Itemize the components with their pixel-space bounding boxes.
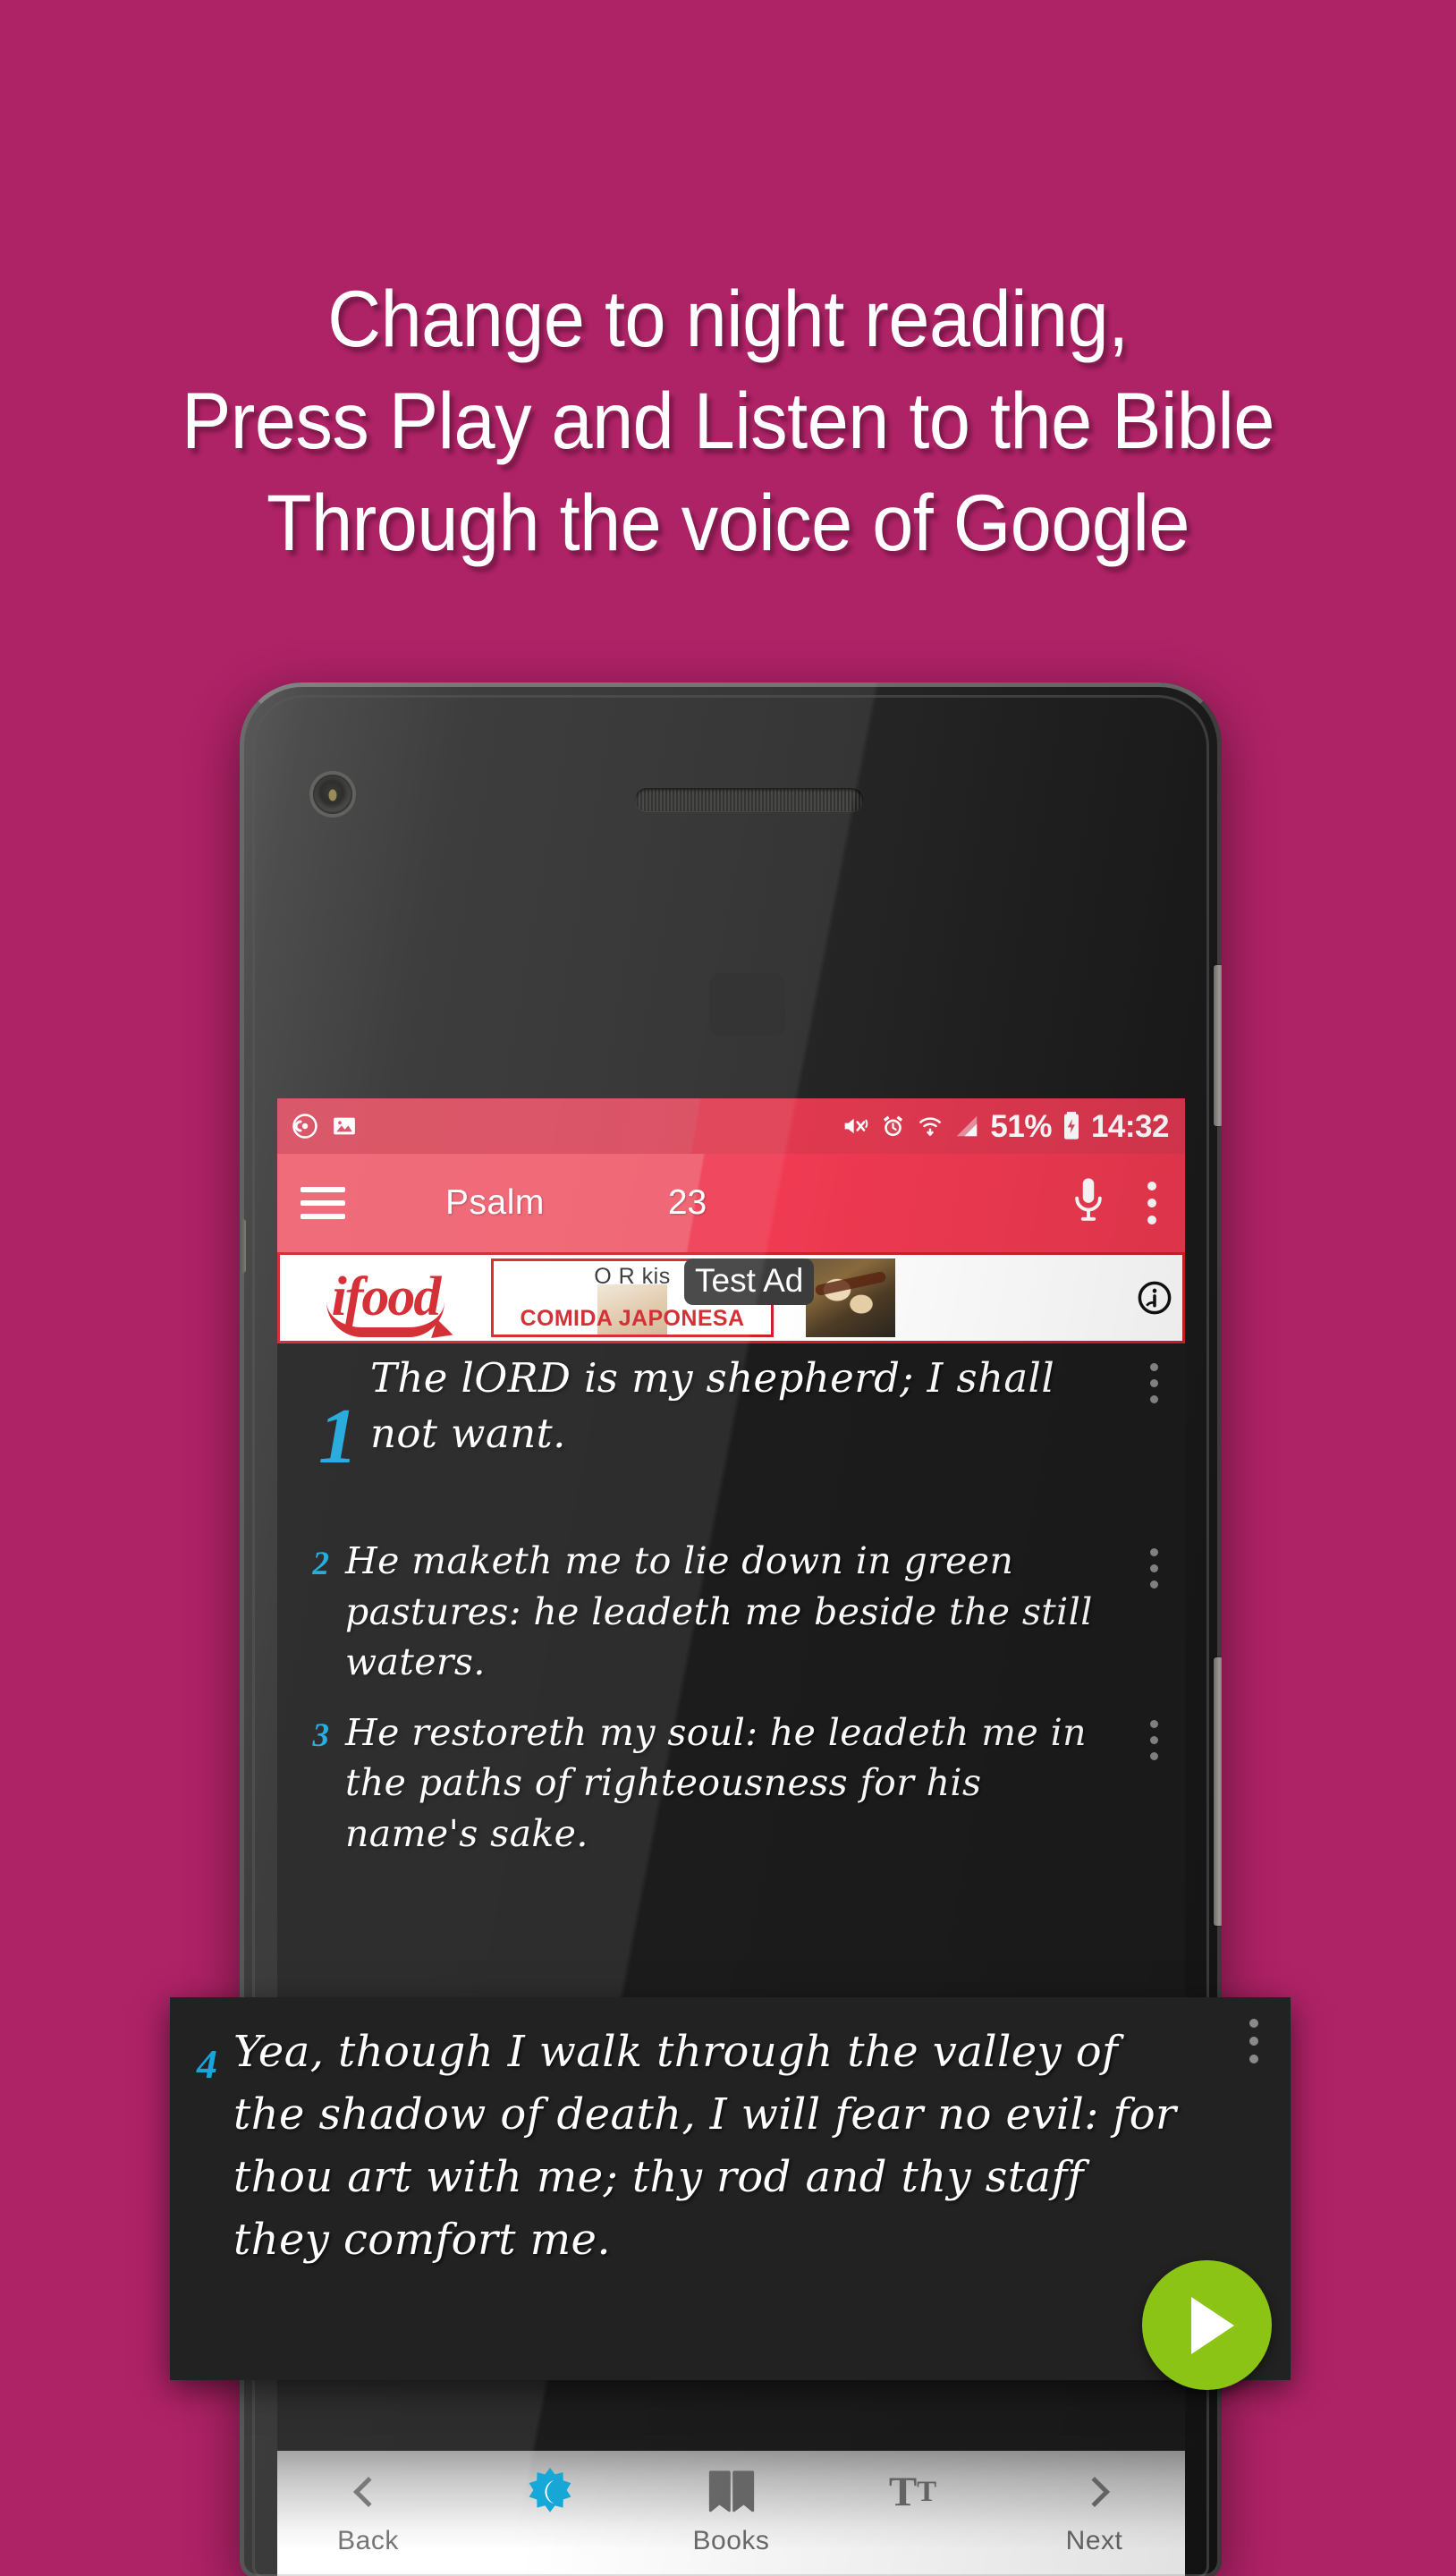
verse-list: 1 The lORD is my shepherd; I shall not w…	[277, 1343, 1185, 2576]
front-camera-icon	[313, 775, 352, 814]
verse-kebab-menu-icon[interactable]	[1150, 1363, 1158, 1403]
status-bar-left-icons	[292, 1113, 358, 1140]
chevron-left-icon	[352, 2467, 384, 2517]
microphone-icon[interactable]	[1069, 1175, 1108, 1232]
headline-line-1: Change to night reading,	[327, 274, 1129, 363]
promo-headline: Change to night reading, Press Play and …	[51, 268, 1405, 574]
highlighted-verse-panel[interactable]: 4 Yea, though I walk through the valley …	[170, 1997, 1291, 2380]
verse-number: 1	[318, 1394, 358, 1480]
verse-row[interactable]: 2 He maketh me to lie down in green past…	[277, 1536, 1185, 1688]
nav-label-books: Books	[692, 2526, 770, 2555]
verse-number: 2	[312, 1546, 330, 1582]
nav-item-text-size[interactable]: TT	[822, 2467, 1003, 2526]
ad-headline-label: O R kis	[594, 1264, 671, 1289]
verse-text[interactable]: The lORD is my shepherd; I shall not wan…	[370, 1351, 1185, 1482]
promo-screenshot: Change to night reading, Press Play and …	[0, 0, 1456, 2576]
ad-food-thumbnail	[806, 1258, 895, 1337]
book-title-label[interactable]: Psalm	[445, 1183, 545, 1223]
ifood-logo: ifood	[280, 1255, 491, 1341]
nav-label-next: Next	[1065, 2526, 1123, 2555]
wifi-icon	[917, 1113, 944, 1140]
verse-number: 3	[312, 1716, 330, 1754]
test-ad-badge: Test Ad	[684, 1258, 815, 1305]
battery-percent-label: 51%	[990, 1108, 1052, 1144]
chapter-number-label[interactable]: 23	[668, 1183, 707, 1223]
text-size-icon: TT	[888, 2468, 937, 2515]
left-side-button[interactable]	[240, 1219, 246, 1273]
nav-item-night-mode[interactable]	[459, 2467, 640, 2526]
battery-charging-icon	[1062, 1112, 1081, 1140]
clock-label: 14:32	[1090, 1108, 1170, 1144]
hamburger-menu-icon[interactable]	[301, 1179, 345, 1227]
ad-subtitle-label: COMIDA JAPONESA	[520, 1306, 745, 1331]
bottom-navigation-bar: Back Books T T Next	[277, 2451, 1185, 2576]
nav-label-back: Back	[337, 2526, 399, 2555]
proximity-sensor	[709, 973, 785, 1036]
ad-info-icon[interactable]	[1136, 1279, 1173, 1317]
cast-icon	[292, 1113, 318, 1140]
headline-line-3: Through the voice of Google	[267, 477, 1189, 567]
night-mode-icon	[524, 2467, 576, 2517]
verse-row[interactable]: 3 He restoreth my soul: he leadeth me in…	[277, 1707, 1185, 1860]
kebab-menu-icon[interactable]	[1147, 1182, 1156, 1224]
verse-text[interactable]: He maketh me to lie down in green pastur…	[345, 1536, 1185, 1688]
mute-vibrate-icon	[841, 1112, 869, 1140]
alarm-icon	[879, 1113, 907, 1140]
highlighted-verse-text[interactable]: Yea, though I walk through the valley of…	[233, 2021, 1291, 2380]
ifood-wordmark: ifood	[331, 1267, 442, 1328]
volume-button[interactable]	[1214, 1657, 1222, 1926]
verse-text[interactable]: He restoreth my soul: he leadeth me in t…	[345, 1707, 1185, 1860]
verse-row[interactable]: 1 The lORD is my shepherd; I shall not w…	[277, 1351, 1185, 1482]
nav-item-back[interactable]: Back	[277, 2467, 459, 2556]
power-button[interactable]	[1214, 965, 1222, 1126]
chevron-right-icon	[1079, 2467, 1110, 2517]
play-button[interactable]	[1142, 2260, 1272, 2390]
open-book-icon	[706, 2467, 758, 2517]
cellular-signal-icon	[953, 1113, 980, 1140]
screenshot-image-icon	[331, 1113, 358, 1140]
verse-kebab-menu-icon[interactable]	[1150, 1548, 1158, 1589]
ad-banner[interactable]: ifood O R kis COMIDA JAPONESA Test Ad	[277, 1252, 1185, 1343]
app-toolbar: Psalm 23	[277, 1154, 1185, 1252]
highlighted-verse-number: 4	[197, 2041, 217, 2087]
status-bar-right-icons: 51% 14:32	[841, 1108, 1170, 1144]
earpiece-speaker	[635, 788, 863, 811]
nav-item-books[interactable]: Books	[640, 2467, 822, 2556]
nav-item-next[interactable]: Next	[1003, 2467, 1185, 2556]
headline-line-2: Press Play and Listen to the Bible	[182, 375, 1274, 465]
status-bar: 51% 14:32	[277, 1098, 1185, 1154]
play-icon	[1190, 2296, 1234, 2354]
verse-kebab-menu-icon[interactable]	[1150, 1719, 1158, 1760]
highlighted-verse-kebab-menu-icon[interactable]	[1249, 2019, 1258, 2063]
